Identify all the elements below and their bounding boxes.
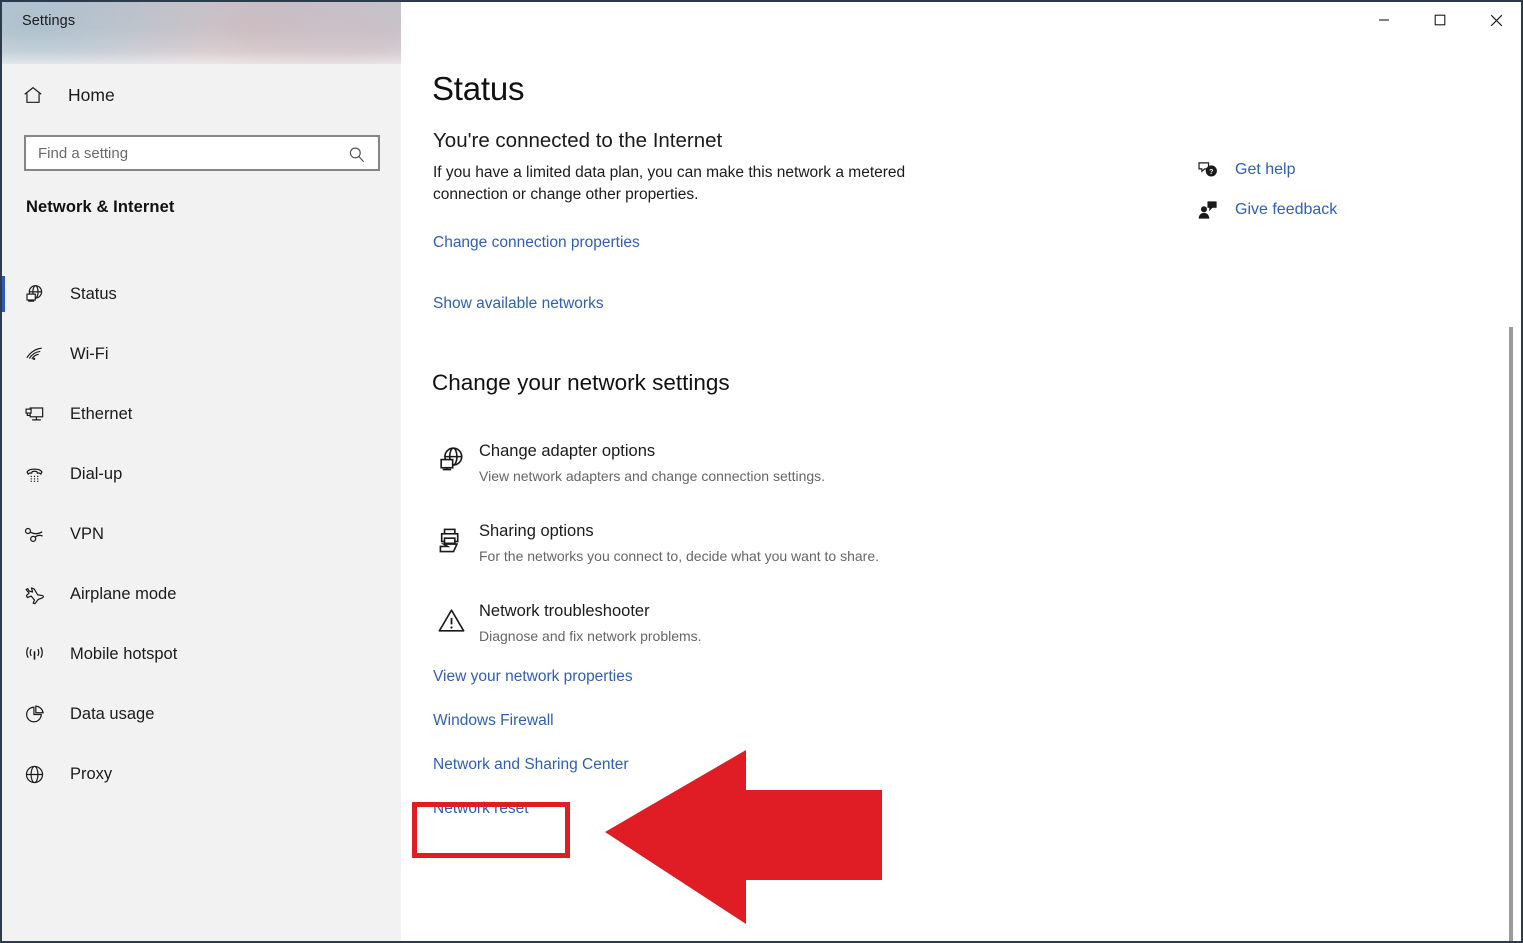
main-content: Status You're connected to the Internet … — [401, 2, 1521, 941]
feedback-person-icon — [1191, 199, 1225, 221]
sidebar-item-dialup[interactable]: Dial-up — [2, 444, 401, 504]
scrollbar-track[interactable] — [1505, 42, 1519, 941]
link-view-network-properties[interactable]: View your network properties — [433, 668, 633, 686]
sidebar-item-label: Wi-Fi — [70, 344, 109, 363]
sidebar-item-label: Dial-up — [70, 464, 123, 483]
option-change-adapter-options[interactable]: Change adapter options View network adap… — [401, 434, 1501, 514]
sidebar-nav-list: Status Wi-Fi Ethernet Dial-up VPN Airpla… — [2, 264, 401, 804]
scrollbar-thumb[interactable] — [1509, 327, 1513, 941]
window-title: Settings — [22, 13, 76, 29]
help-item-label: Get help — [1235, 161, 1296, 178]
section-title: Change your network settings — [432, 370, 730, 395]
option-title: Sharing options — [479, 522, 594, 540]
help-bubble-icon: ? — [1191, 159, 1225, 181]
help-panel: ? Get help Give feedback — [1191, 150, 1337, 230]
sidebar-item-home[interactable]: Home — [2, 76, 401, 114]
search-icon — [347, 145, 366, 169]
vpn-key-icon — [12, 523, 56, 546]
link-change-connection-properties[interactable]: Change connection properties — [433, 234, 640, 252]
globe-monitor-icon — [431, 440, 471, 480]
help-item-give-feedback[interactable]: Give feedback — [1191, 190, 1337, 230]
sidebar-item-data-usage[interactable]: Data usage — [2, 684, 401, 744]
sidebar-item-label: Status — [70, 284, 117, 303]
help-item-label: Give feedback — [1235, 201, 1338, 218]
annotation-arrow-icon — [600, 744, 890, 939]
link-show-available-networks[interactable]: Show available networks — [433, 295, 604, 313]
sidebar-item-status[interactable]: Status — [2, 264, 401, 324]
sidebar-item-ethernet[interactable]: Ethernet — [2, 384, 401, 444]
home-icon — [10, 84, 56, 106]
status-description: If you have a limited data plan, you can… — [433, 164, 906, 203]
search-box[interactable] — [24, 135, 380, 171]
option-subtitle: View network adapters and change connect… — [479, 468, 826, 484]
home-label: Home — [68, 84, 115, 105]
wifi-icon — [12, 343, 56, 366]
pie-chart-icon — [12, 703, 56, 726]
option-subtitle: For the networks you connect to, decide … — [479, 548, 879, 564]
printer-folder-icon — [431, 520, 471, 560]
warning-triangle-icon — [431, 600, 471, 640]
sidebar-item-proxy[interactable]: Proxy — [2, 744, 401, 804]
page-title: Status — [432, 70, 525, 107]
option-network-troubleshooter[interactable]: Network troubleshooter Diagnose and fix … — [401, 594, 1501, 674]
hotspot-icon — [12, 643, 56, 666]
option-title: Change adapter options — [479, 442, 656, 460]
minimize-button[interactable] — [1361, 2, 1407, 38]
maximize-button[interactable] — [1417, 2, 1463, 38]
network-settings-options: Change adapter options View network adap… — [401, 434, 1501, 674]
sidebar-item-label: Airplane mode — [70, 584, 177, 603]
option-sharing-options[interactable]: Sharing options For the networks you con… — [401, 514, 1501, 594]
sidebar-item-mobile-hotspot[interactable]: Mobile hotspot — [2, 624, 401, 684]
close-button[interactable] — [1473, 2, 1519, 38]
help-item-get-help[interactable]: ? Get help — [1191, 150, 1337, 190]
sidebar-item-wifi[interactable]: Wi-Fi — [2, 324, 401, 384]
sidebar-item-vpn[interactable]: VPN — [2, 504, 401, 564]
sidebar-item-label: Data usage — [70, 704, 155, 723]
airplane-icon — [12, 583, 56, 606]
sidebar-item-label: VPN — [70, 524, 104, 543]
option-title: Network troubleshooter — [479, 602, 650, 620]
search-input[interactable] — [26, 138, 326, 168]
globe-monitor-icon — [12, 283, 56, 306]
svg-text:?: ? — [1209, 169, 1213, 176]
status-heading: You're connected to the Internet — [433, 129, 723, 152]
option-subtitle: Diagnose and fix network problems. — [479, 628, 702, 644]
annotation-highlight-box — [412, 802, 570, 858]
selection-indicator — [2, 276, 5, 312]
sidebar: Home Network & Internet — [2, 2, 401, 941]
sidebar-item-label: Ethernet — [70, 404, 133, 423]
sidebar-item-airplane-mode[interactable]: Airplane mode — [2, 564, 401, 624]
settings-window: Home Network & Internet — [0, 0, 1523, 943]
sidebar-category-title: Network & Internet — [26, 198, 175, 216]
sidebar-item-label: Proxy — [70, 764, 113, 783]
telephone-icon — [12, 463, 56, 486]
sidebar-item-label: Mobile hotspot — [70, 644, 178, 663]
globe-icon — [12, 763, 56, 786]
link-windows-firewall[interactable]: Windows Firewall — [433, 712, 633, 730]
ethernet-icon — [12, 403, 56, 426]
